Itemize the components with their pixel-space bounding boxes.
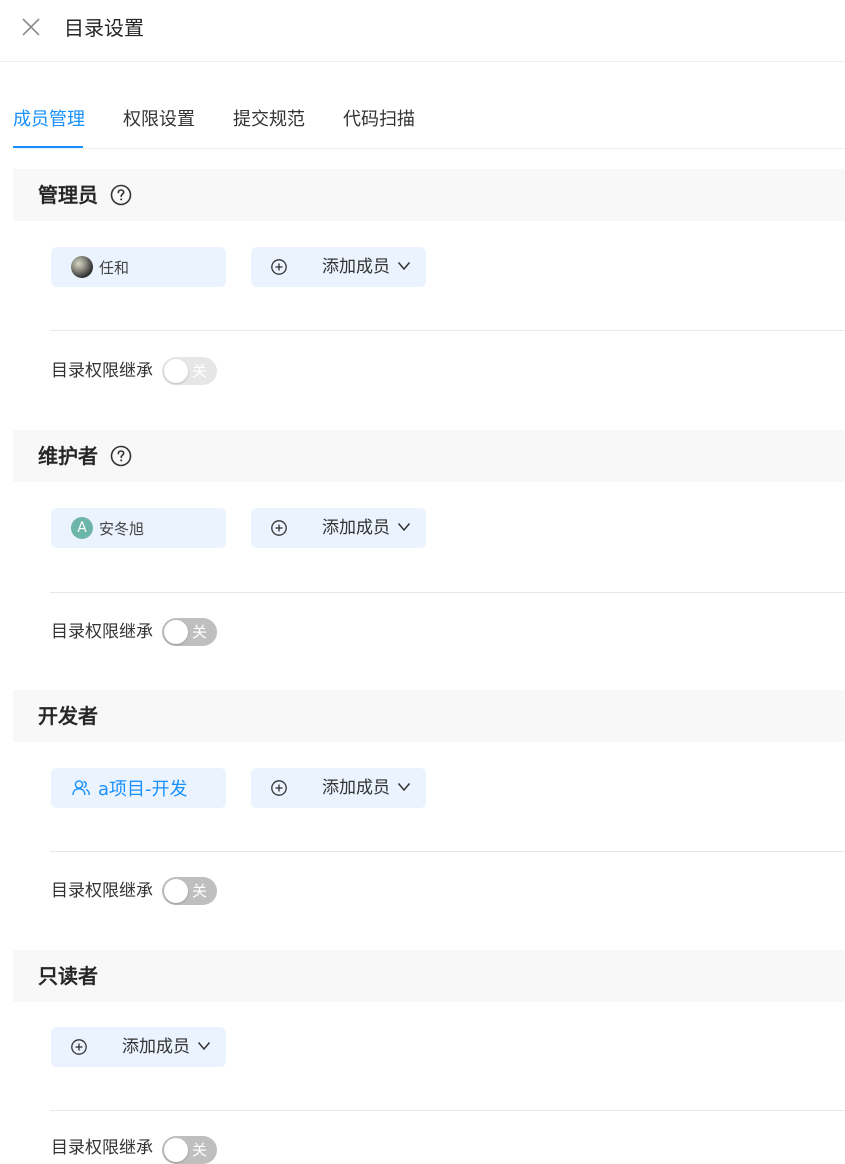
chevron-down-icon — [397, 783, 411, 792]
section-title: 开发者 — [38, 704, 98, 728]
plus-circle-icon — [271, 259, 287, 275]
close-icon[interactable] — [18, 14, 44, 40]
tab-commit-rules[interactable]: 提交规范 — [233, 104, 305, 136]
tab-bar: 成员管理 权限设置 提交规范 代码扫描 — [13, 104, 845, 148]
avatar: A — [71, 517, 93, 539]
tab-members[interactable]: 成员管理 — [13, 104, 85, 136]
member-name: 安冬旭 — [99, 519, 145, 538]
row-divider — [50, 330, 845, 331]
inherit-label: 目录权限继承 — [51, 622, 153, 642]
toggle-text: 关 — [192, 623, 208, 641]
row-divider — [50, 1110, 845, 1111]
member-chip[interactable]: A 安冬旭 — [51, 508, 226, 548]
add-member-button[interactable]: 添加成员 — [251, 247, 426, 287]
question-circle-icon[interactable] — [109, 444, 133, 468]
member-name: 任和 — [99, 258, 130, 277]
chevron-down-icon — [197, 1042, 211, 1051]
inherit-label: 目录权限继承 — [51, 361, 153, 381]
add-member-button[interactable]: 添加成员 — [51, 1027, 226, 1067]
header-divider — [0, 61, 845, 62]
inherit-toggle[interactable]: 关 — [162, 357, 217, 385]
inherit-toggle[interactable]: 关 — [162, 1136, 217, 1164]
add-member-button[interactable]: 添加成员 — [251, 768, 426, 808]
section-title: 只读者 — [38, 964, 98, 988]
row-divider — [50, 851, 845, 852]
inherit-label: 目录权限继承 — [51, 1138, 153, 1158]
chevron-down-icon — [397, 523, 411, 532]
inherit-toggle[interactable]: 关 — [162, 618, 217, 646]
tab-permissions[interactable]: 权限设置 — [123, 104, 195, 136]
toggle-text: 关 — [192, 1141, 208, 1159]
avatar — [71, 256, 93, 278]
section-title: 管理员 — [38, 183, 98, 207]
add-member-label: 添加成员 — [122, 1037, 190, 1057]
toggle-knob — [164, 359, 188, 383]
tab-code-scan[interactable]: 代码扫描 — [343, 104, 415, 136]
plus-circle-icon — [271, 520, 287, 536]
tabs-divider — [13, 148, 845, 149]
user-group-icon — [72, 780, 90, 796]
section-title: 维护者 — [38, 444, 98, 468]
member-chip[interactable]: 任和 — [51, 247, 226, 287]
plus-circle-icon — [71, 1039, 87, 1055]
toggle-knob — [164, 1138, 188, 1162]
section-header-admin: 管理员 — [13, 169, 845, 221]
group-name: a项目-开发 — [98, 779, 188, 800]
question-circle-icon[interactable] — [109, 183, 133, 207]
plus-circle-icon — [271, 780, 287, 796]
section-header-maintainer: 维护者 — [13, 430, 845, 482]
section-header-reader: 只读者 — [13, 950, 845, 1002]
add-member-label: 添加成员 — [322, 778, 390, 798]
toggle-text: 关 — [192, 362, 208, 380]
toggle-knob — [164, 620, 188, 644]
toggle-text: 关 — [192, 882, 208, 900]
inherit-label: 目录权限继承 — [51, 881, 153, 901]
inherit-toggle[interactable]: 关 — [162, 877, 217, 905]
toggle-knob — [164, 879, 188, 903]
member-group-chip[interactable]: a项目-开发 — [51, 768, 226, 808]
add-member-button[interactable]: 添加成员 — [251, 508, 426, 548]
add-member-label: 添加成员 — [322, 257, 390, 277]
section-header-developer: 开发者 — [13, 690, 845, 742]
add-member-label: 添加成员 — [322, 518, 390, 538]
page-title: 目录设置 — [64, 16, 144, 40]
chevron-down-icon — [397, 262, 411, 271]
row-divider — [50, 592, 845, 593]
